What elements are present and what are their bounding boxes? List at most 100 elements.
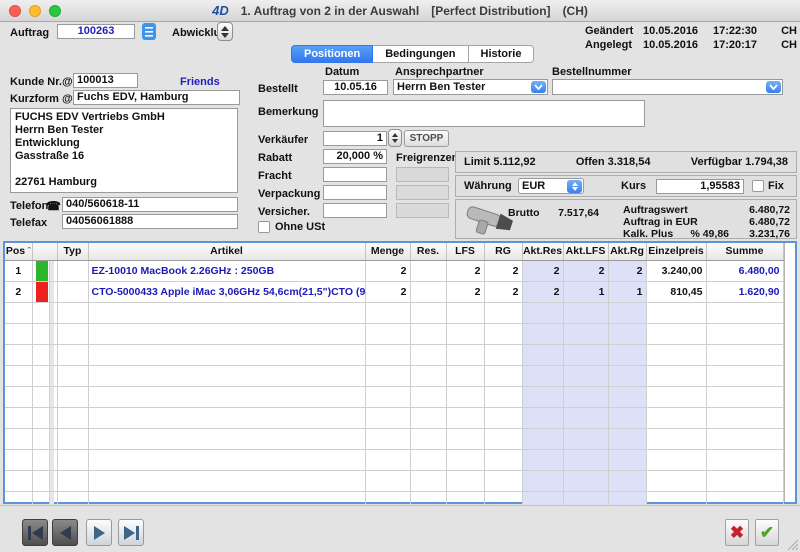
cell-pos — [5, 365, 32, 386]
cell-pos — [5, 344, 32, 365]
minimize-window-button[interactable] — [29, 5, 41, 17]
resize-grip[interactable] — [786, 538, 798, 550]
address-textarea[interactable]: FUCHS EDV Vertriebs GmbH Herrn Ben Teste… — [10, 108, 238, 193]
cell-swatch — [32, 344, 57, 365]
table-row[interactable]: 2CTO-5000433 Apple iMac 3,06GHz 54,6cm(2… — [5, 281, 783, 302]
last-record-icon — [124, 526, 135, 540]
cell-akt_lfs — [563, 323, 608, 344]
cell-menge — [365, 449, 410, 470]
verkaeufer-field[interactable]: 1 — [323, 131, 387, 146]
cell-rg — [484, 470, 522, 491]
table-row-empty — [5, 302, 783, 323]
table-row-empty — [5, 386, 783, 407]
column-header-Artikel[interactable]: Artikel — [88, 243, 365, 260]
table-scrollbar[interactable] — [784, 243, 794, 502]
column-header-Res.[interactable]: Res. — [410, 243, 446, 260]
next-record-icon — [94, 526, 105, 540]
column-header-LFS[interactable]: LFS — [446, 243, 484, 260]
cell-rg — [484, 323, 522, 344]
zoom-window-button[interactable] — [49, 5, 61, 17]
cell-typ — [57, 302, 88, 323]
kalk-plus-value: 3.231,76 — [736, 228, 790, 240]
positions-table: Pos ˆTypArtikelMengeRes.LFSRGAkt.ResAkt.… — [3, 241, 797, 504]
table-row[interactable]: 1EZ-10010 MacBook 2.26GHz : 250GB2222223… — [5, 260, 783, 281]
telefax-label: Telefax — [10, 217, 47, 229]
previous-record-button[interactable] — [52, 519, 78, 546]
ansprechpartner-combo[interactable]: Herrn Ben Tester — [393, 79, 548, 95]
confirm-button[interactable]: ✔ — [755, 519, 779, 546]
bemerkung-textarea[interactable] — [323, 100, 645, 127]
cell-akt_lfs: 2 — [563, 260, 608, 281]
cancel-button[interactable]: ✖ — [725, 519, 749, 546]
next-record-button[interactable] — [86, 519, 112, 546]
column-header-Akt.Res[interactable]: Akt.Res — [522, 243, 563, 260]
cell-lfs: 2 — [446, 260, 484, 281]
tab-positionen[interactable]: Positionen — [291, 45, 373, 63]
kunde-at-button[interactable]: @ — [62, 76, 73, 88]
cell-akt_res: 2 — [522, 281, 563, 302]
auftrag-number-field[interactable]: 100263 — [57, 24, 135, 39]
column-header-Akt.LFS[interactable]: Akt.LFS — [563, 243, 608, 260]
close-window-button[interactable] — [9, 5, 21, 17]
bestellnummer-combo[interactable] — [552, 79, 783, 95]
cell-menge: 2 — [365, 281, 410, 302]
column-header-Summe[interactable]: Summe — [706, 243, 783, 260]
chevron-up-down-icon[interactable] — [567, 180, 582, 193]
versicher-label: Versicher. — [258, 206, 310, 218]
telefon-field[interactable]: 040/560618-11 — [62, 197, 238, 212]
verfuegbar-value: Verfügbar 1.794,38 — [691, 156, 788, 168]
column-header-Akt.Rg[interactable]: Akt.Rg — [608, 243, 646, 260]
column-header-Typ[interactable]: Typ — [57, 243, 88, 260]
cell-swatch — [32, 323, 57, 344]
cell-pos — [5, 428, 32, 449]
cell-menge — [365, 470, 410, 491]
cell-einzelpreis: 3.240,00 — [646, 260, 706, 281]
tab-historie[interactable]: Historie — [469, 45, 535, 63]
cell-menge — [365, 407, 410, 428]
rabatt-field[interactable]: 20,000 % — [323, 149, 387, 164]
waehrung-popup[interactable]: EUR — [518, 178, 584, 194]
cell-typ — [57, 365, 88, 386]
column-header-color[interactable] — [32, 243, 57, 260]
kurzform-at-button[interactable]: @ — [62, 93, 73, 105]
column-header-Einzelpreis[interactable]: Einzelpreis — [646, 243, 706, 260]
bestellt-datum-field[interactable]: 10.05.16 — [323, 80, 388, 95]
tab-bedingungen[interactable]: Bedingungen — [373, 45, 468, 63]
kurzform-label: Kurzform — [10, 93, 59, 105]
order-list-icon[interactable] — [141, 22, 157, 41]
cell-pos — [5, 386, 32, 407]
cell-res — [410, 428, 446, 449]
cell-artikel — [88, 449, 365, 470]
cell-menge — [365, 323, 410, 344]
column-header-Pos[interactable]: Pos ˆ — [5, 243, 32, 260]
kunde-nr-label: Kunde Nr. — [10, 76, 62, 88]
verpackung-field[interactable] — [323, 185, 387, 200]
fracht-field[interactable] — [323, 167, 387, 182]
chevron-down-icon[interactable] — [766, 81, 781, 93]
abwicklung-stepper[interactable] — [217, 22, 233, 41]
verkaeufer-stepper[interactable] — [388, 129, 402, 147]
first-record-button[interactable] — [22, 519, 48, 546]
kalk-plus-label: Kalk. Plus — [623, 228, 673, 240]
kurzform-field[interactable]: Fuchs EDV, Hamburg — [73, 90, 240, 105]
last-record-button[interactable] — [118, 519, 144, 546]
bestellnummer-column-label: Bestellnummer — [552, 66, 631, 78]
column-header-Menge[interactable]: Menge — [365, 243, 410, 260]
telefax-field[interactable]: 04056061888 — [62, 214, 238, 229]
cell-rg — [484, 344, 522, 365]
fix-checkbox[interactable] — [752, 180, 764, 192]
cell-akt_res — [522, 470, 563, 491]
cell-akt_rg — [608, 365, 646, 386]
column-header-RG[interactable]: RG — [484, 243, 522, 260]
kunde-nr-field[interactable]: 100013 — [73, 73, 138, 88]
phone-icon[interactable]: ☎ — [46, 199, 61, 213]
stopp-button[interactable]: STOPP — [404, 130, 449, 147]
cell-summe — [706, 323, 783, 344]
ohne-ust-checkbox[interactable] — [258, 221, 270, 233]
versicher-field[interactable] — [323, 203, 387, 218]
cell-rg — [484, 428, 522, 449]
kurs-field[interactable]: 1,95583 — [656, 179, 744, 194]
chevron-down-icon[interactable] — [531, 81, 546, 93]
auftrag-eur-label: Auftrag in EUR — [623, 216, 698, 228]
cell-pos: 2 — [5, 281, 32, 302]
